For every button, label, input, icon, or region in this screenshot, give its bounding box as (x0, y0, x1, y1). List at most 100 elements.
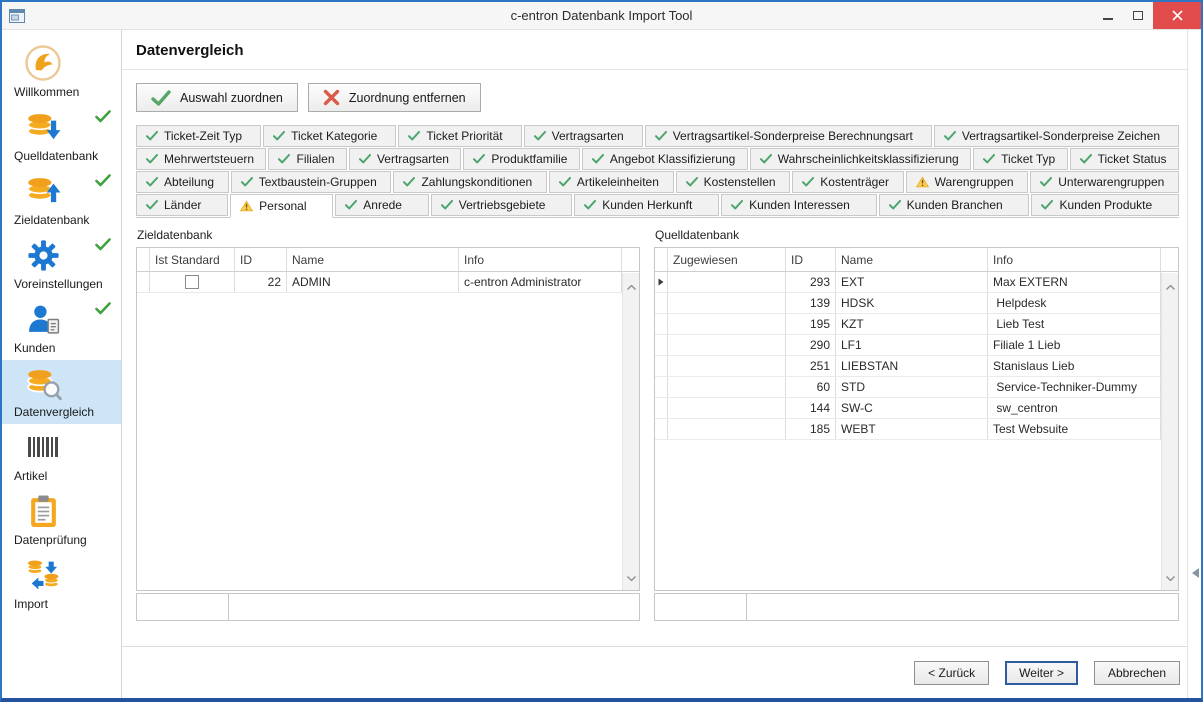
table-row[interactable]: 60STD Service-Techniker-Dummy (655, 377, 1178, 398)
back-button[interactable]: < Zurück (914, 661, 989, 685)
sidebar-item-label: Voreinstellungen (14, 277, 103, 291)
tab-kunden-herkunft[interactable]: Kunden Herkunft (574, 194, 719, 216)
tab-unterwarengruppen[interactable]: Unterwarengruppen (1030, 171, 1179, 193)
sidebar-item-label: Datenvergleich (14, 405, 94, 419)
tab-abteilung[interactable]: Abteilung (136, 171, 229, 193)
assign-selection-button[interactable]: Auswahl zuordnen (136, 83, 298, 112)
tab-label: Artikeleinheiten (577, 175, 659, 189)
column-header-id[interactable]: ID (235, 248, 287, 271)
scroll-down-icon[interactable] (627, 568, 636, 586)
tab-kostenstellen[interactable]: Kostenstellen (676, 171, 791, 193)
table-row[interactable]: 290LF1Filiale 1 Lieb (655, 335, 1178, 356)
tab-vertragsartikel-sonderpreise-berechnungsart[interactable]: Vertragsartikel-Sonderpreise Berechnungs… (645, 125, 932, 147)
sidebar-item-artikel[interactable]: Artikel (2, 424, 121, 488)
target-grid-footer (136, 593, 640, 621)
tab-ticket-priorit-t[interactable]: Ticket Priorität (398, 125, 521, 147)
table-row[interactable]: 293EXTMax EXTERN (655, 272, 1178, 293)
grid-footer-cell[interactable] (229, 594, 639, 620)
tab-vertriebsgebiete[interactable]: Vertriebsgebiete (431, 194, 573, 216)
tab-ticket-status[interactable]: Ticket Status (1070, 148, 1179, 170)
tab-textbaustein-gruppen[interactable]: Textbaustein-Gruppen (231, 171, 392, 193)
tab-zahlungskonditionen[interactable]: Zahlungskonditionen (393, 171, 546, 193)
grid-footer-cell[interactable] (655, 594, 747, 620)
tab-kunden-interessen[interactable]: Kunden Interessen (721, 194, 877, 216)
column-header-id[interactable]: ID (786, 248, 836, 271)
tab-vertragsartikel-sonderpreise-zeichen[interactable]: Vertragsartikel-Sonderpreise Zeichen (934, 125, 1179, 147)
tab-label: Ticket Typ (1001, 152, 1055, 166)
tab-angebot-klassifizierung[interactable]: Angebot Klassifizierung (582, 148, 748, 170)
column-header-name[interactable]: Name (836, 248, 988, 271)
assign-selection-label: Auswahl zuordnen (180, 91, 283, 105)
tab-label: Wahrscheinlichkeitsklassifizierung (778, 152, 959, 166)
table-row[interactable]: 251LIEBSTANStanislaus Lieb (655, 356, 1178, 377)
target-database-panel: Zieldatenbank Ist StandardIDNameInfo22AD… (136, 226, 640, 621)
maximize-button[interactable] (1123, 2, 1153, 29)
tab-ticket-kategorie[interactable]: Ticket Kategorie (263, 125, 396, 147)
column-header-name[interactable]: Name (287, 248, 459, 271)
table-row[interactable]: 195KZT Lieb Test (655, 314, 1178, 335)
maximize-icon (1133, 11, 1143, 20)
tab-artikeleinheiten[interactable]: Artikeleinheiten (549, 171, 674, 193)
sidebar-item-kunden[interactable]: Kunden (2, 296, 121, 360)
tab-kostentr-ger[interactable]: Kostenträger (792, 171, 903, 193)
tab-l-nder[interactable]: Länder (136, 194, 228, 216)
tab-filialen[interactable]: Filialen (268, 148, 346, 170)
sidebar-item-zieldatenbank[interactable]: Zieldatenbank (2, 168, 121, 232)
scroll-up-icon[interactable] (1166, 277, 1175, 295)
row-indicator-cell (655, 377, 668, 397)
grid-footer-cell[interactable] (137, 594, 229, 620)
database-import-icon (23, 107, 63, 147)
tab-kunden-branchen[interactable]: Kunden Branchen (879, 194, 1030, 216)
sidebar-item-datenvergleich[interactable]: Datenvergleich (2, 360, 121, 424)
tab-vertragsarten[interactable]: Vertragsarten (524, 125, 643, 147)
column-header-zugewiesen[interactable]: Zugewiesen (668, 248, 786, 271)
sidebar-item-willkommen[interactable]: Willkommen (2, 40, 121, 104)
table-row[interactable]: 22ADMINc-entron Administrator (137, 272, 639, 293)
tab-label: Textbaustein-Gruppen (259, 175, 377, 189)
scroll-down-icon[interactable] (1166, 568, 1175, 586)
check-icon (146, 154, 158, 164)
scroll-up-icon[interactable] (627, 277, 636, 295)
table-row[interactable]: 144SW-C sw_centron (655, 398, 1178, 419)
minimize-button[interactable] (1093, 2, 1123, 29)
tab-produktfamilie[interactable]: Produktfamilie (463, 148, 579, 170)
column-header-info[interactable]: Info (459, 248, 622, 271)
source-grid-footer (654, 593, 1179, 621)
splitter-collapse-icon[interactable] (1192, 568, 1199, 578)
ist-standard-checkbox[interactable] (185, 275, 199, 289)
toolbar: Auswahl zuordnen Zuordnung entfernen (136, 83, 1179, 112)
grid-footer-cell[interactable] (747, 594, 1178, 620)
close-button[interactable] (1153, 2, 1201, 29)
table-row[interactable]: 139HDSK Helpdesk (655, 293, 1178, 314)
tab-mehrwertsteuern[interactable]: Mehrwertsteuern (136, 148, 266, 170)
tab-ticket-zeit-typ[interactable]: Ticket-Zeit Typ (136, 125, 261, 147)
zugewiesen-cell (668, 272, 786, 292)
sidebar-item-quelldatenbank[interactable]: Quelldatenbank (2, 104, 121, 168)
remove-assignment-button[interactable]: Zuordnung entfernen (308, 83, 481, 112)
vertical-scrollbar[interactable] (622, 273, 639, 590)
tab-anrede[interactable]: Anrede (335, 194, 428, 216)
tab-label: Vertragsarten (552, 129, 624, 143)
tab-personal[interactable]: Personal (230, 194, 333, 218)
tab-warengruppen[interactable]: Warengruppen (906, 171, 1029, 193)
check-icon (146, 131, 158, 141)
tab-kunden-produkte[interactable]: Kunden Produkte (1031, 194, 1179, 216)
sidebar-item-voreinstellungen[interactable]: Voreinstellungen (2, 232, 121, 296)
check-icon (944, 131, 956, 141)
vertical-scrollbar[interactable] (1161, 273, 1178, 590)
sidebar-item-datenpr-fung[interactable]: Datenprüfung (2, 488, 121, 552)
window-body: WillkommenQuelldatenbankZieldatenbank Vor… (2, 30, 1201, 698)
tab-wahrscheinlichkeitsklassifizierung[interactable]: Wahrscheinlichkeitsklassifizierung (750, 148, 971, 170)
tab-content-personal: Zieldatenbank Ist StandardIDNameInfo22AD… (136, 217, 1179, 621)
sidebar-item-import[interactable]: Import (2, 552, 121, 616)
tab-vertragsarten[interactable]: Vertragsarten (349, 148, 461, 170)
next-button[interactable]: Weiter > (1005, 661, 1078, 685)
column-header-info[interactable]: Info (988, 248, 1161, 271)
row-indicator-cell (137, 272, 150, 292)
id-cell: 22 (235, 272, 287, 292)
tab-ticket-typ[interactable]: Ticket Typ (973, 148, 1067, 170)
table-row[interactable]: 185WEBTTest Websuite (655, 419, 1178, 440)
column-header-ist-standard[interactable]: Ist Standard (150, 248, 235, 271)
cancel-button[interactable]: Abbrechen (1094, 661, 1180, 685)
check-icon (731, 200, 743, 210)
